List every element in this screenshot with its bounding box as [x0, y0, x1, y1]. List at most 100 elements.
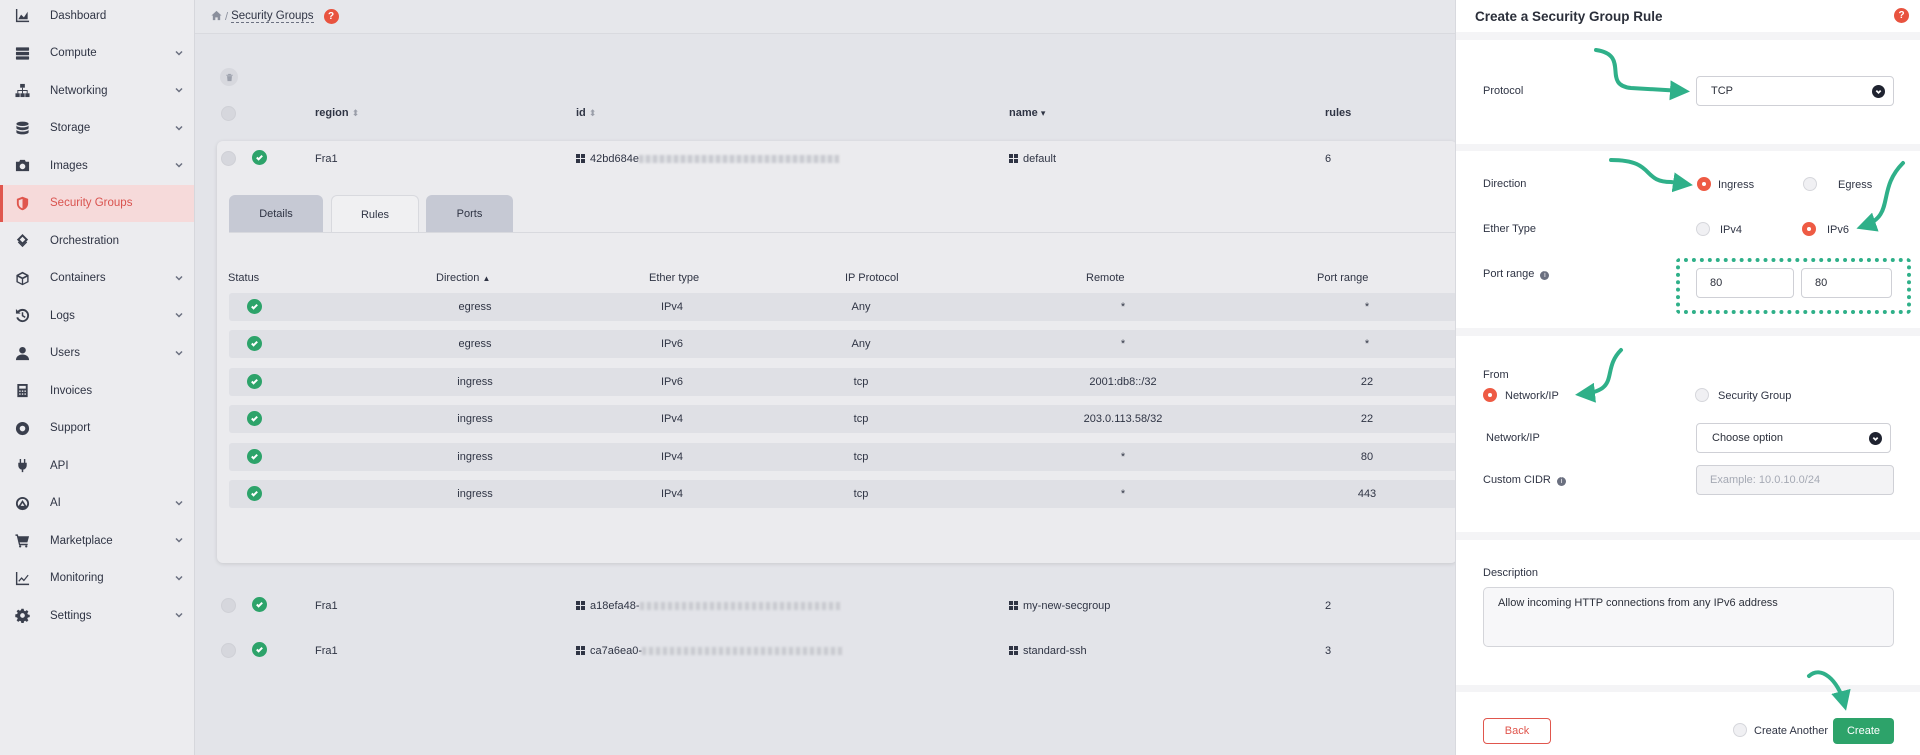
chevron-down-icon	[174, 610, 184, 623]
breadcrumb-current[interactable]: Security Groups	[231, 10, 314, 23]
description-textarea[interactable]: Allow incoming HTTP connections from any…	[1483, 587, 1894, 647]
rules-column-remote: Remote	[1086, 272, 1125, 284]
rule-protocol: tcp	[853, 488, 869, 500]
tab-ports[interactable]: Ports	[426, 195, 513, 233]
sidebar-item-label: Compute	[50, 47, 97, 60]
create-another-label[interactable]: Create Another	[1754, 725, 1828, 737]
home-icon[interactable]	[211, 10, 222, 24]
column-header-region[interactable]: region ⬍	[315, 107, 359, 119]
status-ok-icon	[247, 299, 262, 314]
sidebar-item-orchestration[interactable]: Orchestration	[0, 222, 194, 260]
sidebar-item-networking[interactable]: Networking	[0, 72, 194, 110]
table-row[interactable]: ingress IPv4 tcp 203.0.113.58/32 22	[229, 405, 1457, 433]
table-row[interactable]: ingress IPv4 tcp * 443	[229, 480, 1457, 508]
redacted-text	[639, 602, 840, 611]
sort-asc-icon: ▲	[482, 274, 491, 283]
select-all-checkbox[interactable]	[221, 106, 236, 121]
sidebar-item-storage[interactable]: Storage	[0, 110, 194, 148]
chevron-down-icon	[174, 573, 184, 586]
orchestration-icon	[14, 233, 30, 249]
ether-ipv6-label[interactable]: IPv6	[1827, 224, 1849, 236]
port-max-input[interactable]: 80	[1801, 268, 1892, 298]
chevron-down-icon	[174, 498, 184, 511]
custom-cidr-label: Custom CIDR i	[1483, 474, 1566, 486]
chevron-down-icon	[1872, 85, 1885, 98]
sidebar-item-api[interactable]: API	[0, 447, 194, 485]
group-id[interactable]: ca7a6ea0-	[576, 645, 842, 657]
sidebar-item-images[interactable]: Images	[0, 147, 194, 185]
sidebar-item-security-groups[interactable]: Security Groups	[0, 184, 194, 222]
sidebar-item-dashboard[interactable]: Dashboard	[0, 0, 194, 35]
sidebar-item-label: Support	[50, 422, 91, 435]
table-row[interactable]: ingress IPv6 tcp 2001:db8::/32 22	[229, 368, 1457, 396]
protocol-select[interactable]: TCP	[1696, 76, 1894, 106]
direction-ingress-label[interactable]: Ingress	[1718, 179, 1754, 191]
rules-column-direction[interactable]: Direction ▲	[436, 272, 490, 284]
chevron-down-icon	[1869, 432, 1882, 445]
rule-remote: *	[1120, 488, 1126, 500]
chevron-down-icon	[174, 348, 184, 361]
direction-ingress-radio[interactable]	[1697, 177, 1711, 191]
tab-details[interactable]: Details	[229, 195, 323, 233]
network-ip-select[interactable]: Choose option	[1696, 423, 1891, 453]
column-header-rules[interactable]: rules	[1325, 107, 1351, 119]
row-checkbox[interactable]	[221, 151, 236, 166]
rule-port: 22	[1360, 413, 1374, 425]
sidebar-item-label: Users	[50, 347, 81, 360]
create-button[interactable]: Create	[1833, 718, 1894, 744]
sidebar-item-monitoring[interactable]: Monitoring	[0, 560, 194, 598]
row-checkbox[interactable]	[221, 598, 236, 613]
ether-ipv6-radio[interactable]	[1802, 222, 1816, 236]
from-security-group-radio[interactable]	[1695, 388, 1709, 402]
delete-button[interactable]	[220, 68, 238, 86]
from-network-radio[interactable]	[1483, 388, 1497, 402]
status-ok-icon	[247, 486, 262, 501]
chevron-down-icon	[174, 535, 184, 548]
direction-egress-label[interactable]: Egress	[1838, 179, 1872, 191]
from-network-label[interactable]: Network/IP	[1505, 390, 1559, 402]
source-section: From Network/IP Security Group Network/I…	[1456, 336, 1920, 532]
cart-icon	[14, 533, 30, 549]
custom-cidr-input[interactable]: Example: 10.0.10.0/24	[1696, 465, 1894, 495]
status-ok-icon	[247, 411, 262, 426]
sidebar-item-invoices[interactable]: Invoices	[0, 372, 194, 410]
group-id[interactable]: a18efa48-	[576, 600, 840, 612]
rule-ether: IPv4	[660, 451, 684, 463]
ether-ipv4-label[interactable]: IPv4	[1720, 224, 1742, 236]
ether-ipv4-radio[interactable]	[1696, 222, 1710, 236]
breadcrumb-separator: /	[225, 10, 229, 23]
group-name: standard-ssh	[1009, 645, 1087, 657]
create-another-checkbox[interactable]	[1733, 723, 1747, 737]
protocol-section: Protocol TCP	[1456, 40, 1920, 144]
sidebar-item-label: Monitoring	[50, 572, 104, 585]
sidebar-item-users[interactable]: Users	[0, 335, 194, 373]
help-icon[interactable]: ?	[1894, 8, 1909, 23]
tab-rules[interactable]: Rules	[331, 195, 419, 233]
column-header-id[interactable]: id ⬍	[576, 107, 596, 119]
sidebar-item-ai[interactable]: AI	[0, 485, 194, 523]
from-security-group-label[interactable]: Security Group	[1718, 390, 1791, 402]
status-ok-icon	[252, 150, 267, 165]
sidebar-item-marketplace[interactable]: Marketplace	[0, 522, 194, 560]
help-icon[interactable]: ?	[323, 9, 339, 24]
group-id[interactable]: 42bd684e	[576, 153, 839, 165]
port-min-input[interactable]: 80	[1696, 268, 1794, 298]
table-row[interactable]: egress IPv4 Any * *	[229, 293, 1457, 321]
sidebar-item-settings[interactable]: Settings	[0, 597, 194, 635]
sidebar-item-logs[interactable]: Logs	[0, 297, 194, 335]
back-button[interactable]: Back	[1483, 718, 1551, 744]
drawer-title: Create a Security Group Rule	[1475, 8, 1663, 24]
table-row[interactable]: egress IPv6 Any * *	[229, 330, 1457, 358]
rules-column-ip-protocol: IP Protocol	[845, 272, 899, 284]
row-checkbox[interactable]	[221, 643, 236, 658]
info-icon[interactable]: i	[1540, 271, 1550, 280]
sidebar-item-compute[interactable]: Compute	[0, 35, 194, 73]
direction-egress-radio[interactable]	[1803, 177, 1817, 191]
cube-icon	[14, 270, 30, 286]
breadcrumb: / Security Groups ?	[195, 0, 1455, 34]
sidebar-item-support[interactable]: Support	[0, 410, 194, 448]
info-icon[interactable]: i	[1556, 477, 1566, 486]
sidebar-item-containers[interactable]: Containers	[0, 260, 194, 298]
column-header-name[interactable]: name ▾	[1009, 107, 1045, 119]
table-row[interactable]: ingress IPv4 tcp * 80	[229, 443, 1457, 471]
